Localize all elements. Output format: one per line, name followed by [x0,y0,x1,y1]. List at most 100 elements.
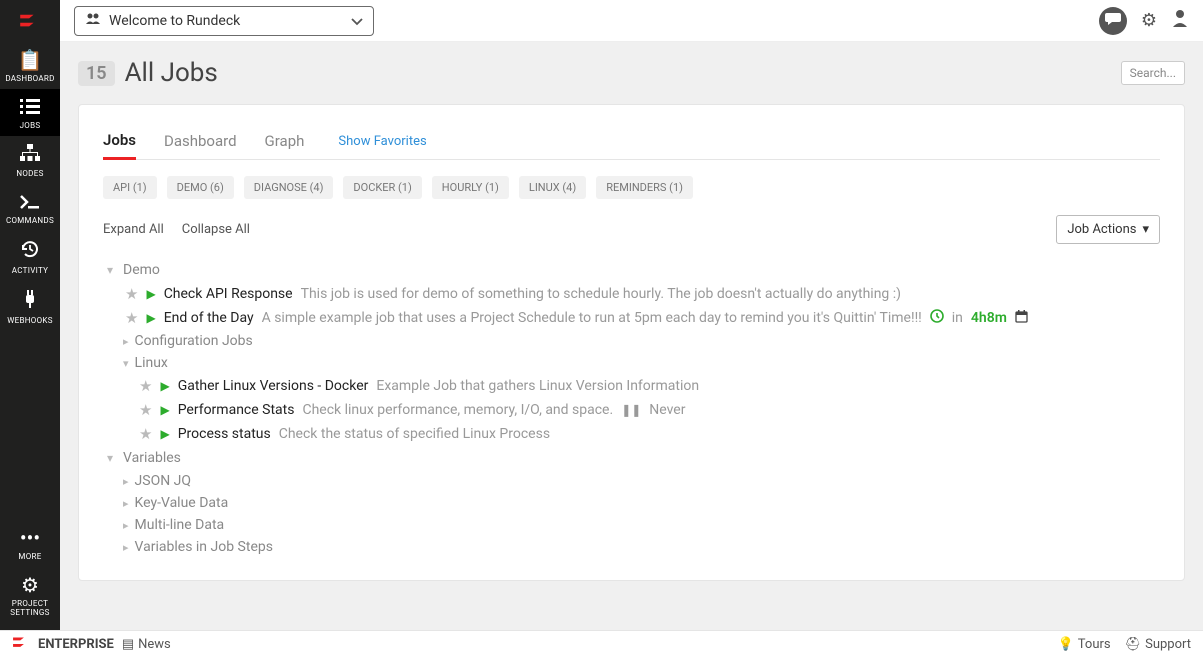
group-label: Key-Value Data [135,495,229,511]
sidebar-item-dashboard[interactable]: 📋 DASHBOARD [0,42,60,89]
footer-news-link[interactable]: ▤ News [122,637,171,652]
controls-row: Expand All Collapse All Job Actions ▾ [103,215,1160,244]
footer-support-label: Support [1145,637,1191,652]
favorite-star[interactable]: ★ [139,377,152,395]
job-tree: ▾ Demo ★ ▶ Check API Response This job i… [103,258,1160,558]
group-label: Variables in Job Steps [135,539,273,555]
sidebar-item-more[interactable]: ••• MORE [0,520,60,567]
project-picker[interactable]: Welcome to Rundeck [74,6,374,36]
favorite-star[interactable]: ★ [139,425,152,443]
sidebar-item-commands[interactable]: COMMANDS [0,184,60,231]
newspaper-icon: ▤ [122,637,134,652]
job-description: Example Job that gathers Linux Version I… [376,378,699,394]
tag-chip[interactable]: DOCKER (1) [343,176,421,199]
job-actions-button[interactable]: Job Actions ▾ [1056,215,1160,244]
job-row: ★ ▶ Performance Stats Check linux perfor… [103,398,1160,422]
app-logo[interactable] [0,0,60,42]
tag-chip[interactable]: DIAGNOSE (4) [244,176,334,199]
tag-chip[interactable]: API (1) [103,176,157,199]
group-demo[interactable]: ▾ Demo [103,258,1160,282]
group-label: Variables [123,450,181,466]
caret-down-icon: ▾ [1142,222,1149,237]
expand-all-link[interactable]: Expand All [103,222,164,237]
tab-graph[interactable]: Graph [265,124,305,158]
footer-news-label: News [138,637,171,652]
page-content: 15 All Jobs Search... Jobs Dashboard Gra… [60,42,1203,630]
sidebar-label: NODES [16,169,43,178]
page-header: 15 All Jobs Search... [60,42,1203,104]
chevron-right-icon: ▸ [123,519,129,532]
group-label: Configuration Jobs [135,333,253,349]
sidebar-label: PROJECTSETTINGS [10,599,49,618]
sidebar-item-webhooks[interactable]: WEBHOOKS [0,281,60,331]
user-menu-button[interactable] [1171,9,1189,32]
favorite-star[interactable]: ★ [125,285,138,303]
run-job-button[interactable]: ▶ [160,427,169,441]
tag-chip[interactable]: HOURLY (1) [432,176,509,199]
sidebar-label: JOBS [20,121,41,130]
job-name-link[interactable]: Performance Stats [178,402,295,418]
group-key-value-data[interactable]: ▸ Key-Value Data [103,492,1160,514]
plug-icon [21,289,39,312]
terminal-icon [20,192,40,212]
show-favorites-link[interactable]: Show Favorites [338,126,426,157]
group-label: Linux [135,355,168,371]
job-row: ★ ▶ Process status Check the status of s… [103,422,1160,446]
group-json-jq[interactable]: ▸ JSON JQ [103,470,1160,492]
job-row: ★ ▶ End of the Day A simple example job … [103,306,1160,330]
run-job-button[interactable]: ▶ [146,311,155,325]
group-variables[interactable]: ▾ Variables [103,446,1160,470]
chat-button[interactable] [1099,7,1127,35]
page-title: All Jobs [125,58,218,88]
job-name-link[interactable]: Gather Linux Versions - Docker [178,378,369,394]
job-name-link[interactable]: Check API Response [164,286,293,302]
run-job-button[interactable]: ▶ [160,379,169,393]
tag-chip[interactable]: REMINDERS (1) [596,176,693,199]
chat-icon [1105,11,1121,30]
favorite-star[interactable]: ★ [125,309,138,327]
tag-filter-row: API (1) DEMO (6) DIAGNOSE (4) DOCKER (1)… [103,176,1160,199]
job-count-badge: 15 [78,61,115,86]
tab-jobs[interactable]: Jobs [103,123,136,160]
job-description: Check the status of specified Linux Proc… [279,426,550,442]
group-configuration-jobs[interactable]: ▸ Configuration Jobs [103,330,1160,352]
chevron-down-icon [351,11,363,30]
favorite-star[interactable]: ★ [139,401,152,419]
sitemap-icon [20,144,40,165]
job-name-link[interactable]: Process status [178,426,271,442]
settings-button[interactable]: ⚙ [1141,10,1157,31]
chevron-right-icon: ▸ [123,335,129,348]
job-name-link[interactable]: End of the Day [164,310,254,326]
run-job-button[interactable]: ▶ [146,287,155,301]
lightbulb-icon: 💡 [1058,637,1074,652]
footer-support-link[interactable]: ⛑ Support [1125,637,1191,652]
group-multi-line-data[interactable]: ▸ Multi-line Data [103,514,1160,536]
job-actions-label: Job Actions [1067,222,1136,237]
sidebar-item-jobs[interactable]: JOBS [0,89,60,136]
sidebar-item-activity[interactable]: ACTIVITY [0,231,60,281]
tab-dashboard[interactable]: Dashboard [164,124,237,158]
run-job-button[interactable]: ▶ [160,403,169,417]
footer-brand: ENTERPRISE [38,637,114,652]
collapse-all-link[interactable]: Collapse All [182,222,250,237]
group-label: Multi-line Data [135,517,225,533]
job-description: A simple example job that uses a Project… [262,310,922,326]
gear-icon: ⚙ [1141,10,1157,31]
sidebar-item-nodes[interactable]: NODES [0,136,60,184]
topbar: Welcome to Rundeck ⚙ [60,0,1203,42]
chevron-down-icon: ▾ [103,451,117,465]
search-button[interactable]: Search... [1121,61,1185,85]
user-icon [1171,11,1189,32]
gears-icon: ⚙ [21,575,39,595]
group-label: JSON JQ [135,473,192,489]
brand-logo-icon [12,636,30,653]
sidebar-item-project-settings[interactable]: ⚙ PROJECTSETTINGS [0,567,60,630]
footer: ENTERPRISE ▤ News 💡 Tours ⛑ Support [0,630,1203,657]
tag-chip[interactable]: LINUX (4) [519,176,586,199]
schedule-never: Never [649,402,685,418]
footer-tours-link[interactable]: 💡 Tours [1058,637,1111,652]
tag-chip[interactable]: DEMO (6) [167,176,234,199]
sidebar-label: MORE [18,552,41,561]
group-linux[interactable]: ▾ Linux [103,352,1160,374]
group-variables-in-job-steps[interactable]: ▸ Variables in Job Steps [103,536,1160,558]
